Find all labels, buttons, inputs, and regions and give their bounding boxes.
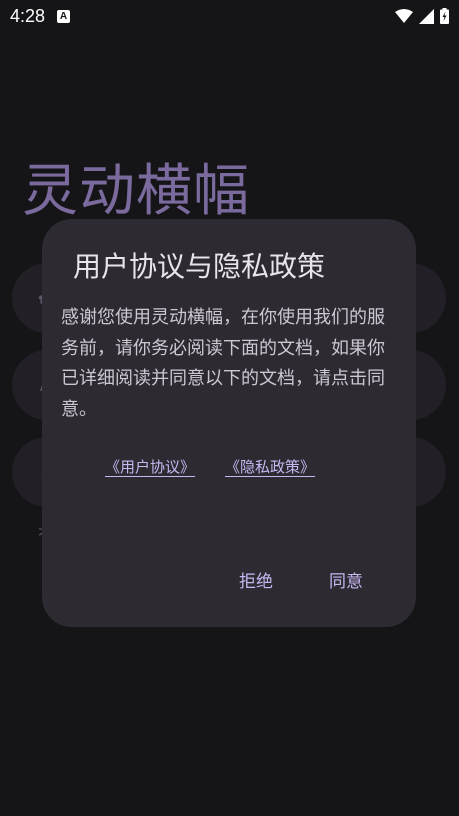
status-left: 4:28 A xyxy=(10,5,71,27)
user-agreement-link[interactable]: 《用户协议》 xyxy=(105,456,195,477)
wifi-icon xyxy=(395,9,413,23)
dialog-message: 感谢您使用灵动横幅，在你使用我们的服务前，请你务必阅读下面的文档，如果你已详细阅… xyxy=(61,307,385,420)
status-time: 4:28 xyxy=(10,5,46,26)
status-bar: 4:28 A xyxy=(0,0,459,32)
dialog-title: 用户协议与隐私政策 xyxy=(73,250,326,283)
battery-charging-icon xyxy=(440,8,449,24)
status-icons xyxy=(395,8,449,24)
agreement-dialog: 用户协议与隐私政策 感谢您使用灵动横幅，在你使用我们的服务前，请你务必阅读下面的… xyxy=(42,219,416,627)
privacy-policy-link[interactable]: 《隐私政策》 xyxy=(225,456,315,477)
dialog-links: 《用户协议》 《隐私政策》 xyxy=(105,456,315,477)
app-title: 灵动横幅 xyxy=(22,159,250,224)
reject-button[interactable]: 拒绝 xyxy=(239,567,273,592)
dialog-actions: 拒绝 同意 xyxy=(239,567,363,592)
signal-icon xyxy=(419,8,434,24)
notification-badge-icon: A xyxy=(57,9,71,23)
screen: 4:28 A 灵动横幅 ✿ ∧ ⌄ ㅊ 用户协议与隐私政策 感谢您使用 xyxy=(0,0,459,816)
agree-button[interactable]: 同意 xyxy=(329,567,363,592)
